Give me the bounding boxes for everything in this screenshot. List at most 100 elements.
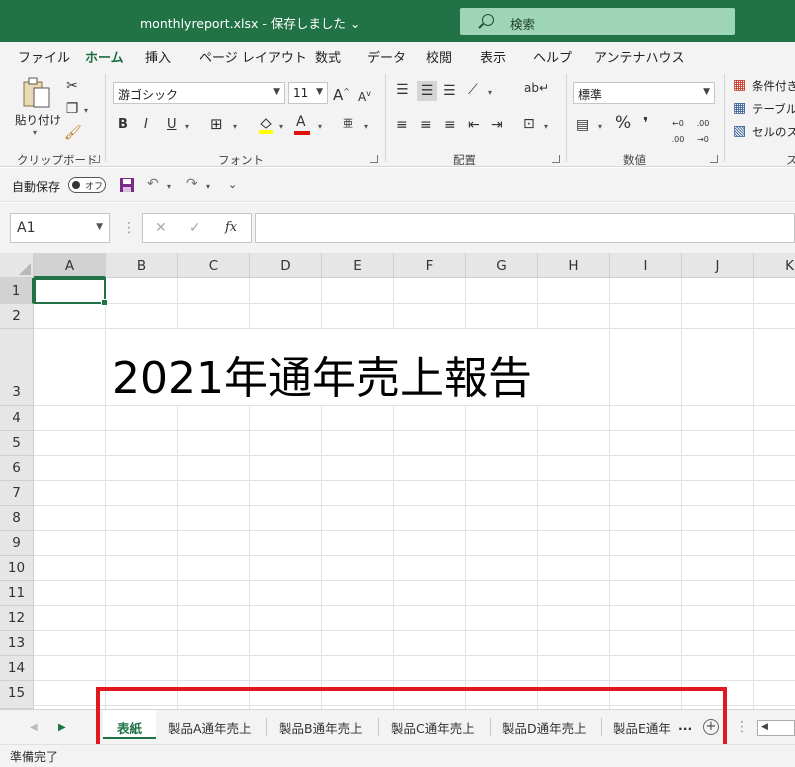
font-launcher-icon[interactable] <box>370 155 378 163</box>
cut-icon[interactable]: ✂ <box>64 78 80 94</box>
underline-dropdown-icon[interactable]: ▾ <box>185 122 189 131</box>
insert-function-icon[interactable]: fx <box>225 220 237 236</box>
wrap-text-icon[interactable]: ab↵ <box>524 80 549 96</box>
tab-formulas[interactable]: 数式 <box>315 47 341 66</box>
row-header-8[interactable]: 8 <box>0 506 34 531</box>
cell-styles-button[interactable]: セルのスタ <box>752 124 795 140</box>
percent-style-button[interactable]: % <box>615 115 631 132</box>
cancel-icon[interactable]: ✕ <box>155 220 167 236</box>
format-painter-icon[interactable]: 🖌 <box>64 125 82 141</box>
row-header-14[interactable]: 14 <box>0 656 34 681</box>
decrease-indent-icon[interactable]: ⇤ <box>468 117 480 133</box>
name-box[interactable]: A1 ▼ <box>10 213 110 243</box>
increase-indent-icon[interactable]: ⇥ <box>491 117 503 133</box>
grow-font-icon[interactable]: A^ <box>333 84 350 103</box>
horizontal-scrollbar[interactable]: ◀ <box>757 720 795 736</box>
cell-styles-icon[interactable]: ▧ <box>733 123 746 139</box>
row-header-2[interactable]: 2 <box>0 304 34 329</box>
fill-color-dropdown-icon[interactable]: ▾ <box>279 122 283 131</box>
accounting-format-icon[interactable]: ▤ <box>576 117 589 133</box>
scroll-left-icon[interactable]: ◀ <box>30 720 38 736</box>
column-header-j[interactable]: J <box>682 253 754 278</box>
tab-insert[interactable]: 挿入 <box>145 47 171 66</box>
search-box[interactable]: 検索 <box>460 8 735 35</box>
column-header-a[interactable]: A <box>34 253 106 278</box>
tab-data[interactable]: データ <box>367 47 406 66</box>
scroll-right-icon[interactable]: ▶ <box>58 720 66 736</box>
paste-icon[interactable] <box>22 76 52 110</box>
align-top-icon[interactable]: ☰ <box>396 82 409 98</box>
comma-style-button[interactable]: ❜ <box>643 115 648 131</box>
bold-button[interactable]: B <box>118 117 128 133</box>
border-dropdown-icon[interactable]: ▾ <box>233 122 237 131</box>
merge-center-icon[interactable]: ⊡ <box>523 116 535 132</box>
row-header-15[interactable]: 15 <box>0 681 34 709</box>
redo-icon[interactable]: ↷ <box>186 176 198 192</box>
row-header-3[interactable]: 3 <box>0 329 34 406</box>
row-header-6[interactable]: 6 <box>0 456 34 481</box>
align-center-icon[interactable]: ≡ <box>420 117 432 133</box>
conditional-format-icon[interactable]: ▦ <box>733 77 746 93</box>
column-header-d[interactable]: D <box>250 253 322 278</box>
number-launcher-icon[interactable] <box>710 155 718 163</box>
tab-help[interactable]: ヘルプ <box>533 47 572 66</box>
orientation-icon[interactable]: ⟋ <box>468 82 478 98</box>
window-title[interactable]: monthlyreport.xlsx - 保存しました ⌄ <box>140 13 360 32</box>
tab-home[interactable]: ホーム <box>83 47 126 73</box>
row-header-4[interactable]: 4 <box>0 406 34 431</box>
redo-dropdown-icon[interactable]: ▾ <box>206 182 210 191</box>
undo-icon[interactable]: ↶ <box>147 176 159 192</box>
column-header-c[interactable]: C <box>178 253 250 278</box>
paste-label[interactable]: 貼り付け <box>15 112 61 128</box>
formula-input[interactable] <box>255 213 795 243</box>
column-header-i[interactable]: I <box>610 253 682 278</box>
tab-review[interactable]: 校閲 <box>426 47 452 66</box>
italic-button[interactable]: I <box>144 117 148 133</box>
orientation-dropdown-icon[interactable]: ▾ <box>488 88 492 97</box>
align-left-icon[interactable]: ≡ <box>396 117 408 133</box>
column-header-e[interactable]: E <box>322 253 394 278</box>
tab-view[interactable]: 表示 <box>480 47 506 66</box>
row-header-5[interactable]: 5 <box>0 431 34 456</box>
align-bottom-icon[interactable]: ☰ <box>443 83 456 99</box>
phonetic-dropdown-icon[interactable]: ▾ <box>364 122 368 131</box>
font-color-dropdown-icon[interactable]: ▾ <box>318 122 322 131</box>
select-all-corner[interactable] <box>0 253 34 278</box>
column-header-g[interactable]: G <box>466 253 538 278</box>
font-color-icon[interactable]: A <box>296 114 306 130</box>
row-header-10[interactable]: 10 <box>0 556 34 581</box>
cell-b3-title[interactable]: 2021年通年売上報告 <box>112 342 532 406</box>
fill-color-icon[interactable] <box>258 116 274 134</box>
tab-file[interactable]: ファイル <box>18 47 70 66</box>
clipboard-launcher-icon[interactable] <box>92 155 100 163</box>
paste-dropdown-icon[interactable]: ▾ <box>33 128 37 137</box>
shrink-font-icon[interactable]: Av <box>358 86 371 105</box>
font-size-select[interactable]: 11 ▼ <box>288 82 328 104</box>
column-header-b[interactable]: B <box>106 253 178 278</box>
column-header-f[interactable]: F <box>394 253 466 278</box>
tab-page-layout[interactable]: ページ レイアウト <box>199 47 307 66</box>
merge-dropdown-icon[interactable]: ▾ <box>544 122 548 131</box>
underline-button[interactable]: U <box>167 117 177 133</box>
column-header-k[interactable]: K <box>754 253 795 278</box>
column-header-h[interactable]: H <box>538 253 610 278</box>
border-icon[interactable]: ⊞ <box>210 116 223 132</box>
more-options-icon[interactable]: ⋮ <box>122 220 136 236</box>
alignment-launcher-icon[interactable] <box>552 155 560 163</box>
number-format-select[interactable]: 標準 ▼ <box>573 82 715 104</box>
scrollbar-left-arrow-icon[interactable]: ◀ <box>761 722 768 732</box>
enter-icon[interactable]: ✓ <box>189 220 201 236</box>
row-header-1[interactable]: 1 <box>0 278 34 304</box>
align-middle-icon[interactable]: ☰ <box>417 81 437 101</box>
decrease-decimal-button[interactable]: .00 →0 <box>693 116 713 148</box>
copy-icon[interactable]: ❐ <box>64 101 80 117</box>
tab-antenna-house[interactable]: アンテナハウス <box>594 47 684 66</box>
copy-dropdown-icon[interactable]: ▾ <box>84 106 88 115</box>
row-header-11[interactable]: 11 <box>0 581 34 606</box>
active-cell-a1[interactable] <box>34 278 108 306</box>
conditional-format-button[interactable]: 条件付き <box>752 78 795 94</box>
save-icon[interactable] <box>119 177 135 193</box>
row-header-12[interactable]: 12 <box>0 606 34 631</box>
phonetic-icon[interactable]: 亜 <box>343 117 353 133</box>
row-header-13[interactable]: 13 <box>0 631 34 656</box>
